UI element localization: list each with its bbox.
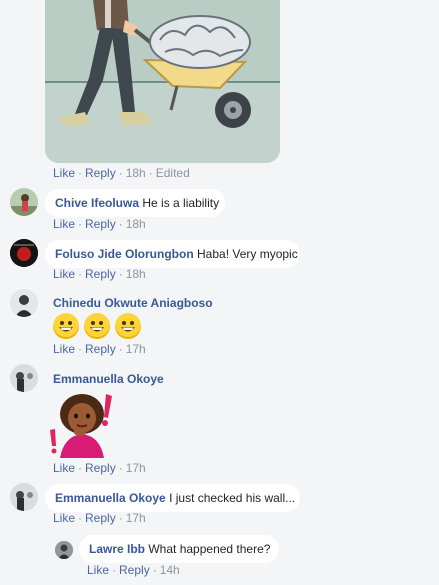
separator: · <box>78 217 83 231</box>
avatar[interactable] <box>10 239 38 267</box>
separator: · <box>78 166 83 180</box>
timestamp[interactable]: 17h <box>126 342 146 356</box>
reply-link[interactable]: Reply <box>119 563 150 577</box>
comment-text: He is a liability <box>142 196 220 210</box>
separator: · <box>78 342 83 356</box>
like-link[interactable]: Like <box>53 461 75 475</box>
commenter-name[interactable]: Chinedu Okwute Aniagboso <box>53 296 213 310</box>
timestamp[interactable]: 18h <box>126 267 146 281</box>
avatar-photo <box>10 188 38 216</box>
timestamp[interactable]: 17h <box>126 461 146 475</box>
separator: · <box>78 461 83 475</box>
separator: · <box>118 511 123 525</box>
edited-label[interactable]: Edited <box>156 166 190 180</box>
reply-link[interactable]: Reply <box>85 461 116 475</box>
comment-text: I just checked his wall... <box>169 491 296 505</box>
separator: · <box>152 563 157 577</box>
avatar-photo <box>10 239 38 267</box>
thinking-woman-sticker[interactable] <box>48 390 116 458</box>
timestamp[interactable]: 14h <box>160 563 180 577</box>
commenter-name[interactable]: Foluso Jide Olorungbon <box>55 247 194 261</box>
separator: · <box>148 166 153 180</box>
emoji-row <box>53 313 141 339</box>
comment-bubble: Emmanuella Okoye I just checked his wall… <box>45 484 300 512</box>
separator: · <box>78 511 83 525</box>
wheelbarrow-brain-illustration <box>45 0 280 163</box>
separator: · <box>118 166 123 180</box>
comment-actions: Like · Reply · 17h <box>53 511 146 525</box>
separator: · <box>118 342 123 356</box>
timestamp[interactable]: 17h <box>126 511 146 525</box>
separator: · <box>118 217 123 231</box>
image-actions: Like · Reply · 18h · Edited <box>53 166 190 180</box>
comment-bubble: Chive Ifeoluwa He is a liability <box>45 189 225 217</box>
avatar[interactable] <box>10 364 38 392</box>
commenter-name[interactable]: Emmanuella Okoye <box>53 372 164 386</box>
reply-actions: Like · Reply · 14h <box>87 563 180 577</box>
like-link[interactable]: Like <box>53 342 75 356</box>
separator: · <box>112 563 117 577</box>
avatar[interactable] <box>10 289 38 317</box>
avatar[interactable] <box>10 188 38 216</box>
reply-link[interactable]: Reply <box>85 217 116 231</box>
grinning-face-icon <box>53 313 79 339</box>
reply-link[interactable]: Reply <box>85 511 116 525</box>
commenter-name[interactable]: Emmanuella Okoye <box>55 491 166 505</box>
comment-actions: Like · Reply · 18h <box>53 217 146 231</box>
grinning-face-icon <box>84 313 110 339</box>
commenter-name[interactable]: Chive Ifeoluwa <box>55 196 139 210</box>
reply-link[interactable]: Reply <box>85 166 116 180</box>
comment-actions: Like · Reply · 17h <box>53 461 146 475</box>
separator: · <box>118 267 123 281</box>
avatar[interactable] <box>10 483 38 511</box>
grinning-face-icon <box>115 313 141 339</box>
comment-bubble: Foluso Jide Olorungbon Haba! Very myopic <box>45 240 300 268</box>
like-link[interactable]: Like <box>53 166 75 180</box>
like-link[interactable]: Like <box>53 217 75 231</box>
reply-bubble: Lawre Ibb What happened there? <box>79 535 279 563</box>
like-link[interactable]: Like <box>53 267 75 281</box>
reply-link[interactable]: Reply <box>85 342 116 356</box>
timestamp[interactable]: 18h <box>126 166 146 180</box>
post-image[interactable] <box>45 0 280 163</box>
avatar-photo <box>10 289 38 317</box>
avatar-photo <box>10 364 38 392</box>
comment-text: Haba! Very myopic <box>197 247 298 261</box>
reply-text: What happened there? <box>148 542 271 556</box>
avatar[interactable] <box>55 541 73 559</box>
comment-actions: Like · Reply · 18h <box>53 267 146 281</box>
separator: · <box>118 461 123 475</box>
separator: · <box>78 267 83 281</box>
comment-actions: Like · Reply · 17h <box>53 342 146 356</box>
avatar-photo <box>10 483 38 511</box>
reply-link[interactable]: Reply <box>85 267 116 281</box>
like-link[interactable]: Like <box>53 511 75 525</box>
replier-name[interactable]: Lawre Ibb <box>89 542 145 556</box>
timestamp[interactable]: 18h <box>126 217 146 231</box>
avatar-photo <box>55 541 73 559</box>
like-link[interactable]: Like <box>87 563 109 577</box>
